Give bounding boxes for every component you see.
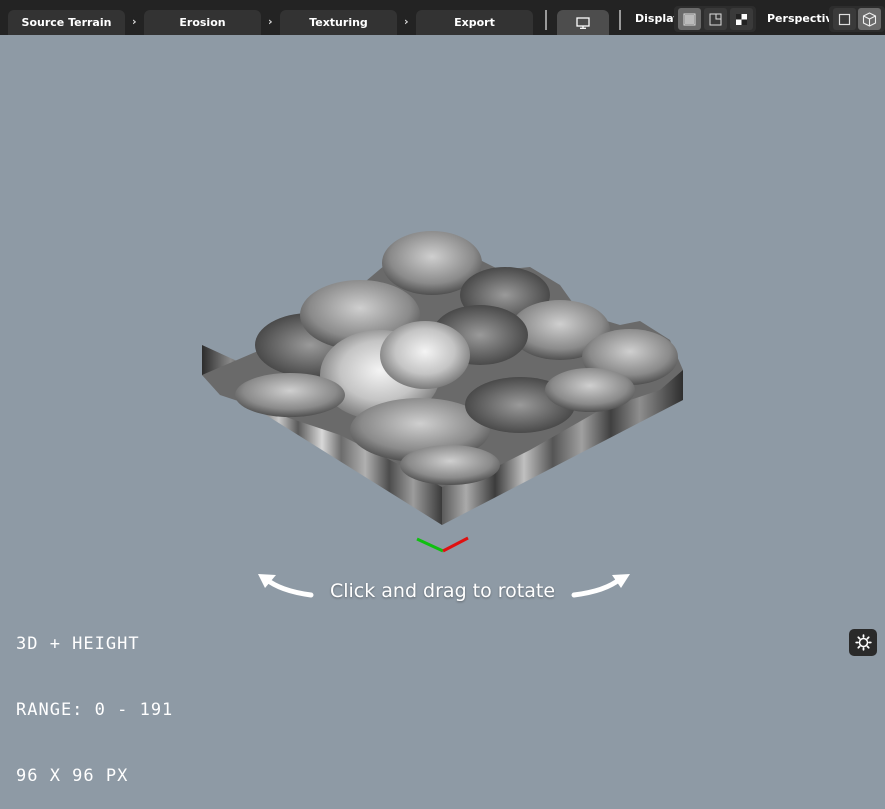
step-label: Texturing	[309, 16, 368, 29]
step-texturing[interactable]: Texturing	[280, 10, 397, 35]
terrain-3d-preview[interactable]	[200, 225, 690, 534]
y-axis-line	[416, 537, 444, 553]
chevron-right-icon: ›	[268, 15, 273, 28]
perspective-2d-button[interactable]	[833, 8, 856, 30]
top-toolbar: Source Terrain › Erosion › Texturing › E…	[0, 0, 885, 35]
monitor-icon	[576, 16, 590, 29]
square-2d-icon	[838, 13, 851, 25]
display-corner-button[interactable]	[704, 8, 727, 30]
view-mode-text: 3D + HEIGHT	[16, 634, 140, 654]
rotate-hint-text: Click and drag to rotate	[329, 580, 556, 602]
chevron-right-icon: ›	[404, 15, 409, 28]
perspective-3d-button[interactable]	[858, 8, 881, 30]
toolbar-divider	[619, 10, 621, 30]
step-source-terrain[interactable]: Source Terrain	[8, 10, 125, 35]
checker-view-icon	[736, 13, 747, 25]
viewport-info: 3D + HEIGHT RANGE: 0 - 191 96 X 96 PX	[16, 589, 173, 809]
settings-gear-icon	[854, 634, 872, 651]
display-checker-button[interactable]	[730, 8, 753, 30]
resolution-text: 96 X 96 PX	[16, 766, 129, 786]
step-export[interactable]: Export	[416, 10, 533, 35]
chevron-right-icon: ›	[132, 15, 137, 28]
height-range-text: RANGE: 0 - 191	[16, 700, 174, 720]
cube-3d-icon	[862, 11, 877, 27]
rotate-right-arrow-icon	[571, 574, 630, 598]
x-axis-line	[442, 536, 469, 553]
step-label: Export	[454, 16, 495, 29]
viewport-settings-button[interactable]	[849, 629, 877, 656]
step-label: Source Terrain	[21, 16, 112, 29]
preview-tab[interactable]	[557, 10, 609, 35]
step-erosion[interactable]: Erosion	[144, 10, 261, 35]
heightmap-terrain-render	[202, 231, 683, 525]
shaded-view-icon	[683, 13, 696, 25]
step-label: Erosion	[179, 16, 226, 29]
toolbar-divider	[545, 10, 547, 30]
display-shaded-button[interactable]	[678, 8, 701, 30]
corner-view-icon	[709, 13, 722, 25]
axis-gizmo	[416, 536, 469, 553]
